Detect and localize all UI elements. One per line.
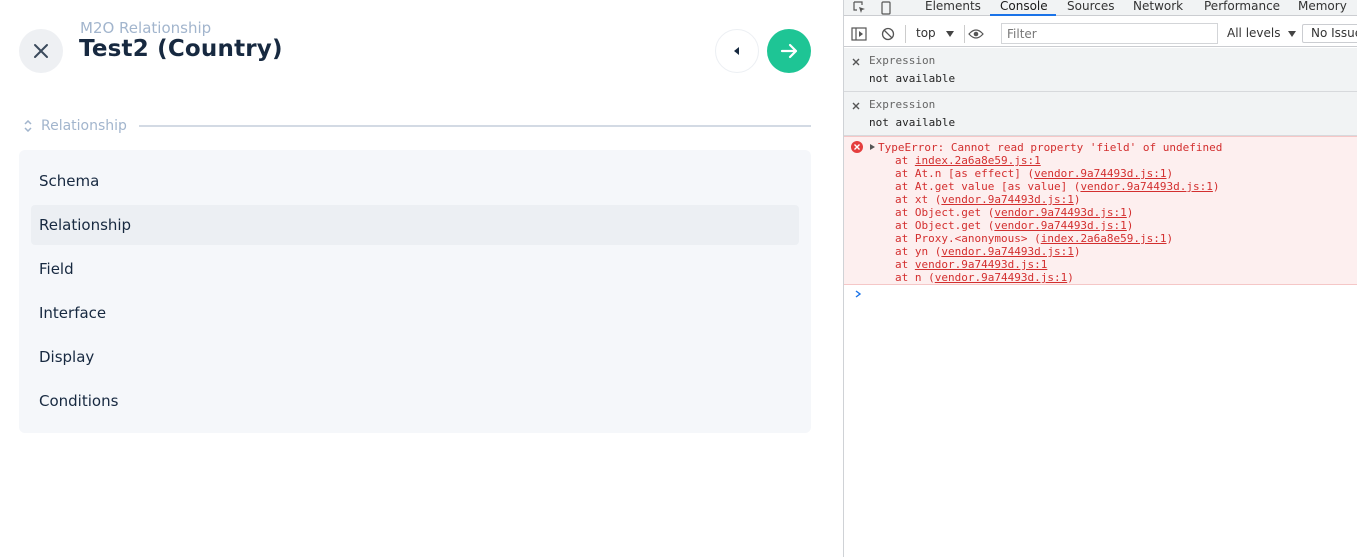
tab-console[interactable]: Console bbox=[1000, 0, 1048, 13]
frame-text: at bbox=[895, 258, 915, 271]
source-link[interactable]: vendor.9a74493d.js:1 bbox=[994, 206, 1126, 219]
expand-triangle-icon[interactable] bbox=[870, 144, 875, 150]
tab-elements[interactable]: Elements bbox=[925, 0, 981, 13]
context-value: top bbox=[916, 26, 936, 40]
console-prompt-chevron-icon[interactable] bbox=[853, 289, 863, 299]
source-link[interactable]: index.2a6a8e59.js:1 bbox=[1041, 232, 1167, 245]
expression-value: not available bbox=[869, 72, 956, 85]
frame-text: at yn ( bbox=[895, 245, 942, 258]
stack-trace: at index.2a6a8e59.js:1 at At.n [as effec… bbox=[895, 154, 1220, 284]
show-sidebar-icon[interactable] bbox=[851, 26, 867, 42]
live-expression: Expression not available bbox=[844, 92, 1357, 136]
relationship-group-toggle[interactable]: Relationship bbox=[22, 117, 811, 135]
live-expression-eye-icon[interactable] bbox=[968, 26, 984, 42]
toolbar-separator bbox=[964, 25, 965, 43]
error-text[interactable]: TypeError: Cannot read property 'field' … bbox=[878, 141, 1222, 154]
previous-button[interactable] bbox=[715, 29, 759, 73]
devtools-pane: Elements Console Sources Network Perform… bbox=[843, 0, 1357, 557]
stack-frame: at n (vendor.9a74493d.js:1) bbox=[895, 271, 1220, 284]
stack-frame: at At.get value [as value] (vendor.9a744… bbox=[895, 180, 1220, 193]
frame-text: ) bbox=[1166, 167, 1174, 180]
frame-text: ) bbox=[1126, 219, 1134, 232]
frame-text: ) bbox=[1073, 193, 1081, 206]
source-link[interactable]: vendor.9a74493d.js:1 bbox=[941, 245, 1073, 258]
devtools-tabbar: Elements Console Sources Network Perform… bbox=[844, 0, 1357, 16]
dropdown-arrow-icon bbox=[1288, 31, 1297, 37]
tab-memory[interactable]: Memory bbox=[1298, 0, 1347, 13]
source-link[interactable]: index.2a6a8e59.js:1 bbox=[915, 154, 1041, 167]
frame-text: ) bbox=[1073, 245, 1081, 258]
close-button[interactable] bbox=[19, 29, 63, 73]
group-divider bbox=[138, 125, 811, 127]
source-link[interactable]: vendor.9a74493d.js:1 bbox=[1080, 180, 1212, 193]
frame-text: at At.n [as effect] ( bbox=[895, 167, 1035, 180]
frame-text: at At.get value [as value] ( bbox=[895, 180, 1081, 193]
frame-text: ) bbox=[1212, 180, 1220, 193]
source-link[interactable]: vendor.9a74493d.js:1 bbox=[1034, 167, 1166, 180]
clear-console-icon[interactable] bbox=[880, 26, 896, 42]
device-toolbar-icon[interactable] bbox=[878, 0, 894, 16]
inspect-element-icon[interactable] bbox=[852, 0, 868, 16]
stack-frame: at Object.get (vendor.9a74493d.js:1) bbox=[895, 219, 1220, 232]
caret-left-icon bbox=[734, 47, 739, 55]
stack-frame: at Object.get (vendor.9a74493d.js:1) bbox=[895, 206, 1220, 219]
expression-value: not available bbox=[869, 116, 956, 129]
expression-name[interactable]: Expression bbox=[869, 54, 935, 67]
frame-text: ) bbox=[1126, 206, 1134, 219]
console-filter-input[interactable] bbox=[1001, 23, 1218, 44]
source-link[interactable]: vendor.9a74493d.js:1 bbox=[994, 219, 1126, 232]
issues-button[interactable]: No Issues bbox=[1302, 24, 1357, 43]
collapse-chevron-icon bbox=[22, 119, 34, 133]
stack-frame: at vendor.9a74493d.js:1 bbox=[895, 258, 1220, 271]
arrow-right-icon bbox=[780, 43, 798, 59]
page-title: Test2 (Country) bbox=[79, 36, 283, 62]
stack-frame: at At.n [as effect] (vendor.9a74493d.js:… bbox=[895, 167, 1220, 180]
nav-item-field[interactable]: Field bbox=[31, 249, 799, 289]
source-link[interactable]: vendor.9a74493d.js:1 bbox=[935, 271, 1067, 284]
stack-frame: at yn (vendor.9a74493d.js:1) bbox=[895, 245, 1220, 258]
nav-item-interface[interactable]: Interface bbox=[31, 293, 799, 333]
nav-item-display[interactable]: Display bbox=[31, 337, 799, 377]
group-label: Relationship bbox=[41, 118, 127, 134]
console-error-message: TypeError: Cannot read property 'field' … bbox=[844, 136, 1357, 285]
dropdown-arrow-icon bbox=[945, 31, 954, 37]
log-levels-dropdown[interactable]: All levels bbox=[1227, 26, 1297, 40]
stack-frame: at index.2a6a8e59.js:1 bbox=[895, 154, 1220, 167]
error-icon bbox=[851, 141, 863, 153]
stack-frame: at Proxy.<anonymous> (index.2a6a8e59.js:… bbox=[895, 232, 1220, 245]
active-tab-indicator bbox=[990, 14, 1056, 16]
frame-text: at xt ( bbox=[895, 193, 942, 206]
frame-text: ) bbox=[1166, 232, 1174, 245]
frame-text: at Proxy.<anonymous> ( bbox=[895, 232, 1041, 245]
frame-text: at bbox=[895, 154, 915, 167]
remove-expression-icon[interactable] bbox=[851, 57, 861, 67]
tab-sources[interactable]: Sources bbox=[1067, 0, 1114, 13]
source-link[interactable]: vendor.9a74493d.js:1 bbox=[915, 258, 1047, 271]
expression-name[interactable]: Expression bbox=[869, 98, 935, 111]
live-expression: Expression not available bbox=[844, 48, 1357, 92]
frame-text: at Object.get ( bbox=[895, 219, 995, 232]
context-selector[interactable]: top bbox=[916, 26, 954, 40]
next-button[interactable] bbox=[767, 29, 811, 73]
nav-item-schema[interactable]: Schema bbox=[31, 161, 799, 201]
nav-item-conditions[interactable]: Conditions bbox=[31, 381, 799, 421]
remove-expression-icon[interactable] bbox=[851, 101, 861, 111]
tab-performance[interactable]: Performance bbox=[1204, 0, 1280, 13]
page-subtitle: M2O Relationship bbox=[80, 19, 212, 37]
close-icon bbox=[34, 44, 48, 58]
console-toolbar: top All levels No Issues bbox=[844, 21, 1357, 47]
section-nav-list: Schema Relationship Field Interface Disp… bbox=[19, 150, 811, 433]
frame-text: ) bbox=[1067, 271, 1074, 284]
frame-text: at Object.get ( bbox=[895, 206, 995, 219]
nav-item-relationship[interactable]: Relationship bbox=[31, 205, 799, 245]
stack-frame: at xt (vendor.9a74493d.js:1) bbox=[895, 193, 1220, 206]
log-levels-value: All levels bbox=[1227, 26, 1281, 40]
toolbar-separator bbox=[905, 25, 906, 43]
frame-text: at n ( bbox=[895, 271, 935, 284]
app-pane: M2O Relationship Test2 (Country) Relatio… bbox=[0, 0, 843, 557]
source-link[interactable]: vendor.9a74493d.js:1 bbox=[941, 193, 1073, 206]
tab-network[interactable]: Network bbox=[1133, 0, 1183, 13]
